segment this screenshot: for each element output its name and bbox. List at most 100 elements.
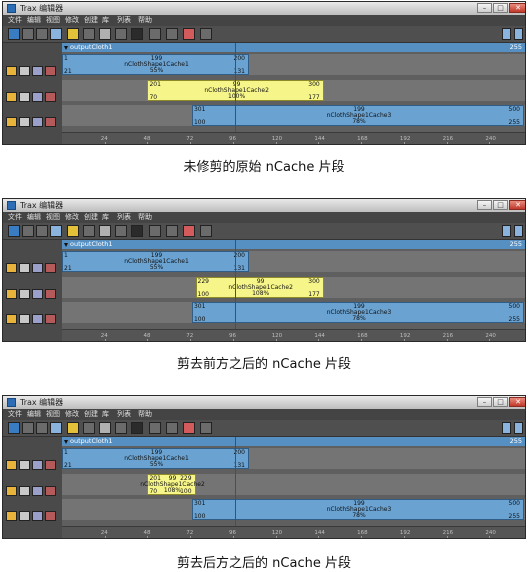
mute-icon[interactable]	[19, 117, 30, 127]
frame-playback-icon[interactable]	[514, 422, 523, 434]
current-time-indicator[interactable]	[234, 43, 236, 144]
solo-icon[interactable]	[6, 289, 17, 299]
mute-icon[interactable]	[19, 460, 30, 470]
mute-icon[interactable]	[19, 511, 30, 521]
time-ruler[interactable]: 24 48 72 96 120 144 168 192 216 240	[62, 132, 525, 144]
collapse-triangle-icon[interactable]	[64, 46, 68, 50]
frame-playback-icon[interactable]	[514, 225, 523, 237]
menu-item[interactable]: 文件	[8, 409, 22, 420]
menu-item[interactable]: 列表	[117, 212, 131, 223]
collapse-triangle-icon[interactable]	[64, 440, 68, 444]
track-split-icon[interactable]	[149, 28, 161, 40]
menu-item[interactable]: 编辑	[27, 212, 41, 223]
lock-icon[interactable]	[32, 486, 43, 496]
mute-icon[interactable]	[19, 314, 30, 324]
solo-icon[interactable]	[6, 263, 17, 273]
close-button[interactable]: ✕	[509, 397, 525, 407]
solo-icon[interactable]	[6, 314, 17, 324]
current-time-indicator[interactable]	[234, 240, 236, 341]
dope-sheet-icon[interactable]	[50, 422, 62, 434]
key-icon[interactable]	[200, 422, 212, 434]
menu-item[interactable]: 视图	[46, 409, 60, 420]
trim-icon[interactable]	[67, 28, 79, 40]
cache-clip[interactable]: 301 199 500 nClothShape1Cache3 78% 100 255	[191, 499, 524, 520]
cache-clip[interactable]: 301 199 500 nClothShape1Cache3 78% 100 255	[191, 302, 524, 323]
menu-item[interactable]: 创建	[84, 409, 98, 420]
load-clip-icon[interactable]	[8, 422, 20, 434]
close-button[interactable]: ✕	[509, 3, 525, 13]
cache-clip[interactable]: 1 199 200 nClothShape1Cache1 55% 21 131	[62, 251, 249, 272]
loop-icon[interactable]	[183, 422, 195, 434]
loop-icon[interactable]	[183, 28, 195, 40]
maximize-button[interactable]: □	[493, 397, 508, 407]
lock-icon[interactable]	[32, 92, 43, 102]
graph-icon[interactable]	[36, 28, 48, 40]
graph-icon[interactable]	[36, 422, 48, 434]
lock-icon[interactable]	[32, 511, 43, 521]
menu-item[interactable]: 列表	[117, 409, 131, 420]
solo-icon[interactable]	[6, 486, 17, 496]
graph-icon[interactable]	[36, 225, 48, 237]
weight-icon[interactable]	[45, 486, 56, 496]
close-button[interactable]: ✕	[509, 200, 525, 210]
menu-item[interactable]: 创建	[84, 212, 98, 223]
menu-item[interactable]: 视图	[46, 15, 60, 26]
weight-icon[interactable]	[45, 289, 56, 299]
menu-item[interactable]: 创建	[84, 15, 98, 26]
frame-all-icon[interactable]	[502, 422, 511, 434]
menu-item[interactable]: 库	[102, 212, 109, 223]
frame-all-icon[interactable]	[502, 225, 511, 237]
trim-icon[interactable]	[67, 422, 79, 434]
cache-clip[interactable]: 229 99 300 nClothShape1Cache2 108% 100 177	[195, 277, 324, 298]
lock-icon[interactable]	[32, 263, 43, 273]
dope-sheet-icon[interactable]	[50, 225, 62, 237]
character-header[interactable]: outputCloth1 255	[62, 43, 525, 52]
menu-item[interactable]: 库	[102, 15, 109, 26]
menu-item[interactable]: 帮助	[138, 15, 152, 26]
camera-icon[interactable]	[115, 28, 127, 40]
solo-icon[interactable]	[6, 460, 17, 470]
camera-icon[interactable]	[115, 422, 127, 434]
mute-icon[interactable]	[19, 263, 30, 273]
key-icon[interactable]	[200, 28, 212, 40]
character-header[interactable]: outputCloth1 255	[62, 240, 525, 249]
frame-all-icon[interactable]	[502, 28, 511, 40]
menu-item[interactable]: 修改	[65, 212, 79, 223]
curve-icon[interactable]	[99, 225, 111, 237]
scale-icon[interactable]	[83, 422, 95, 434]
character-header[interactable]: outputCloth1 255	[62, 437, 525, 446]
weight-icon[interactable]	[45, 117, 56, 127]
mute-icon[interactable]	[19, 486, 30, 496]
menu-item[interactable]: 修改	[65, 15, 79, 26]
menu-item[interactable]: 修改	[65, 409, 79, 420]
scale-icon[interactable]	[83, 225, 95, 237]
mute-icon[interactable]	[19, 289, 30, 299]
solo-icon[interactable]	[6, 511, 17, 521]
minimize-button[interactable]: –	[477, 397, 492, 407]
solo-icon[interactable]	[6, 66, 17, 76]
cache-clip[interactable]: 201 99 229 nClothShape1Cache2 108% 70 100	[140, 474, 205, 495]
menu-item[interactable]: 文件	[8, 212, 22, 223]
menu-item[interactable]: 编辑	[27, 15, 41, 26]
maximize-button[interactable]: □	[493, 200, 508, 210]
load-clip-icon[interactable]	[8, 225, 20, 237]
track-split-icon[interactable]	[149, 422, 161, 434]
ins-icon[interactable]	[131, 225, 143, 237]
save-clip-icon[interactable]	[22, 28, 34, 40]
weight-icon[interactable]	[45, 511, 56, 521]
camera-icon[interactable]	[115, 225, 127, 237]
track-split-icon[interactable]	[149, 225, 161, 237]
lock-icon[interactable]	[32, 66, 43, 76]
cache-clip[interactable]: 1 199 200 nClothShape1Cache1 55% 21 131	[62, 448, 249, 469]
dope-sheet-icon[interactable]	[50, 28, 62, 40]
minimize-button[interactable]: –	[477, 200, 492, 210]
lock-icon[interactable]	[32, 289, 43, 299]
track-merge-icon[interactable]	[166, 422, 178, 434]
track-merge-icon[interactable]	[166, 225, 178, 237]
time-ruler[interactable]: 24 48 72 96 120 144 168 192 216 240	[62, 526, 525, 538]
menu-item[interactable]: 文件	[8, 15, 22, 26]
key-icon[interactable]	[200, 225, 212, 237]
loop-icon[interactable]	[183, 225, 195, 237]
ins-icon[interactable]	[131, 422, 143, 434]
minimize-button[interactable]: –	[477, 3, 492, 13]
